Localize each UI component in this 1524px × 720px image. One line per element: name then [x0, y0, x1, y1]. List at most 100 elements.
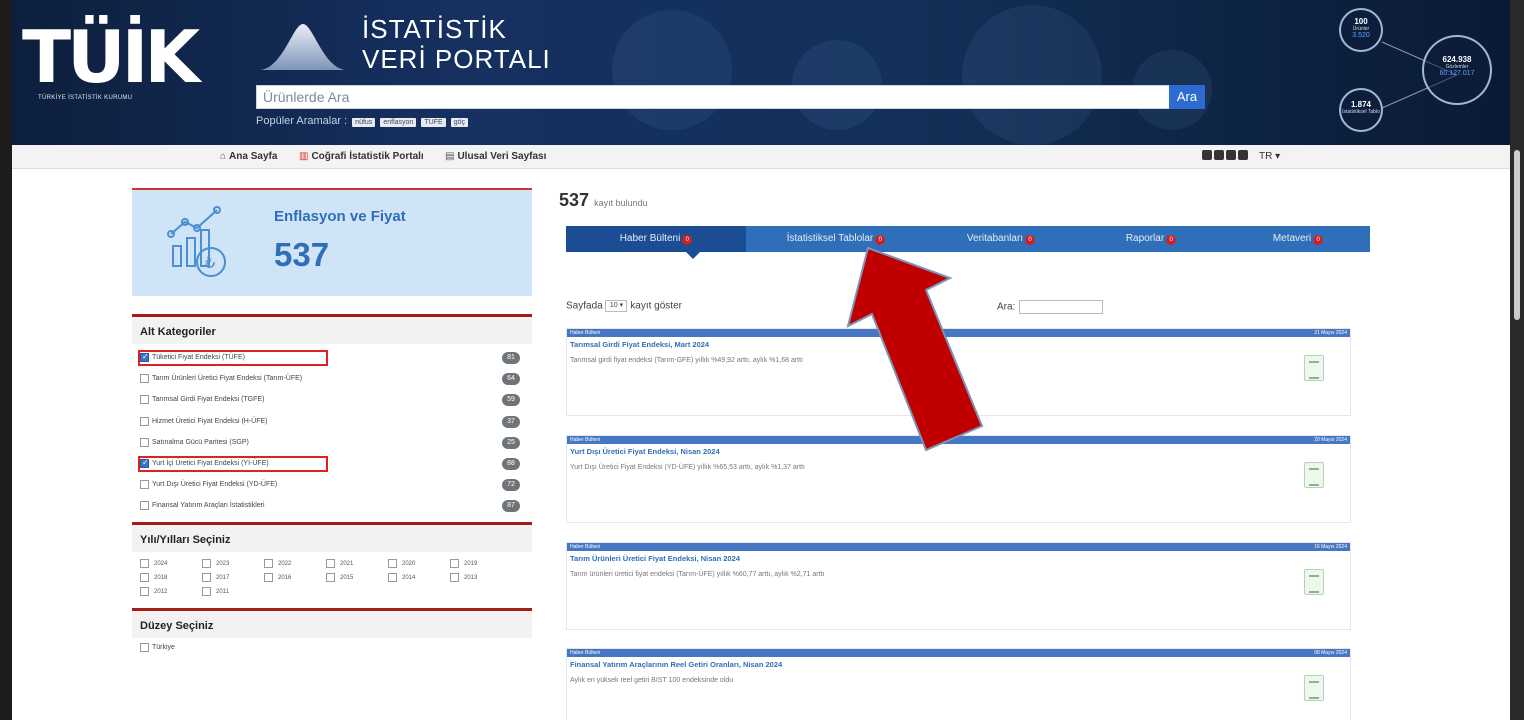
results-panel: 537 kayıt bulundu Haber Bülteni 0 İstatis…: [559, 190, 1379, 720]
nav-home[interactable]: ⌂ Ana Sayfa: [220, 151, 277, 162]
year-checkbox[interactable]: [326, 558, 335, 568]
subcategory-checkbox[interactable]: [140, 416, 149, 426]
document-download-icon[interactable]: [1304, 462, 1324, 488]
year-option[interactable]: 2021: [326, 558, 388, 572]
news-title-link[interactable]: Tarım Ürünleri Üretici Fiyat Endeksi, Ni…: [570, 554, 1347, 563]
year-checkbox[interactable]: [388, 572, 397, 582]
subcategory-checkbox[interactable]: [140, 374, 149, 384]
year-checkbox[interactable]: [450, 572, 459, 582]
year-checkbox[interactable]: [264, 572, 273, 582]
document-icon: ▤: [445, 151, 455, 162]
popular-tag[interactable]: TÜFE: [421, 118, 446, 127]
header-decoration: [612, 10, 732, 130]
year-option[interactable]: 2011: [202, 586, 264, 600]
document-download-icon[interactable]: [1304, 355, 1324, 381]
search-button[interactable]: Ara: [1169, 85, 1205, 109]
scrollbar-thumb[interactable]: [1514, 150, 1520, 320]
year-option[interactable]: 2017: [202, 572, 264, 586]
stat-observations[interactable]: 624.938 Gözlemler 60.127.017: [1422, 35, 1492, 105]
year-checkbox[interactable]: [326, 572, 335, 582]
subcategory-count-badge: 81: [502, 352, 520, 364]
subcategory-item[interactable]: Yurt Dışı Üretici Fiyat Endeksi (YD-ÜFE)…: [132, 475, 532, 496]
subcategory-item[interactable]: Finansal Yatırım Araçları İstatistikleri…: [132, 496, 532, 517]
top-navigation: ⌂ Ana Sayfa ▥ Coğrafi İstatistik Portalı ▤…: [12, 145, 1510, 169]
news-card[interactable]: Haber Bülteni 16 Mayıs 2024 Tarım Ürünleri…: [566, 542, 1351, 630]
category-card: ₺ Enflasyon ve Fiyat 537: [132, 188, 532, 296]
news-date: 21 Mayıs 2024: [1314, 330, 1347, 336]
year-checkbox[interactable]: [202, 572, 211, 582]
tuik-logo[interactable]: TÜİK TÜRKİYE İSTATİSTİK KURUMU: [22, 12, 200, 112]
year-option[interactable]: 2024: [140, 558, 202, 572]
tab-count-badge: 0: [1166, 235, 1177, 245]
document-download-icon[interactable]: [1304, 569, 1324, 595]
level-checkbox[interactable]: [140, 642, 149, 652]
page-scrollbar[interactable]: [1510, 0, 1524, 720]
filter-sidebar: ₺ Enflasyon ve Fiyat 537 Alt Kategoriler…: [132, 188, 532, 659]
document-download-icon[interactable]: [1304, 675, 1324, 701]
year-checkbox[interactable]: [140, 572, 149, 582]
year-option[interactable]: 2014: [388, 572, 450, 586]
subcategory-item[interactable]: Tarımsal Girdi Fiyat Endeksi (TGFE) 59: [132, 390, 532, 411]
year-option[interactable]: 2020: [388, 558, 450, 572]
table-search-input[interactable]: [1019, 300, 1104, 314]
subcategory-checkbox[interactable]: [140, 437, 149, 447]
year-option[interactable]: 2013: [450, 572, 512, 586]
year-checkbox[interactable]: [264, 558, 273, 568]
news-type: Haber Bülteni: [570, 437, 601, 443]
nav-home-label: Ana Sayfa: [229, 151, 278, 162]
stat-products[interactable]: 100 Ürünler 3.520: [1339, 8, 1383, 52]
subcategory-label: Finansal Yatırım Araçları İstatistikleri: [152, 502, 265, 510]
year-option[interactable]: 2012: [140, 586, 202, 600]
subcategory-checkbox[interactable]: [140, 501, 149, 511]
tab-news-bulletin[interactable]: Haber Bülteni 0: [566, 226, 746, 252]
popular-tag[interactable]: göç: [450, 118, 469, 127]
subcategory-checkbox[interactable]: [140, 458, 149, 468]
news-title-link[interactable]: Finansal Yatırım Araçlarının Reel Getiri…: [570, 660, 1347, 669]
social-links: [1202, 150, 1250, 163]
year-checkbox[interactable]: [202, 586, 211, 596]
results-count: 537 kayıt bulundu: [559, 190, 1379, 211]
stat-value: 3.520: [1352, 32, 1370, 39]
youtube-icon[interactable]: [1238, 150, 1248, 160]
year-list: 2024 2023 2022 2021 2020 2019 2018 2017 2016 2015…: [132, 551, 532, 606]
year-option[interactable]: 2016: [264, 572, 326, 586]
language-selector[interactable]: TR ▾: [1259, 151, 1280, 162]
subcategory-item[interactable]: Hizmet Üretici Fiyat Endeksi (H-ÜFE) 37: [132, 412, 532, 433]
year-option[interactable]: 2022: [264, 558, 326, 572]
year-checkbox[interactable]: [140, 558, 149, 568]
year-option[interactable]: 2015: [326, 572, 388, 586]
stat-tables[interactable]: 1.874 İstatistiksel Tablo: [1339, 88, 1383, 132]
twitter-icon[interactable]: [1214, 150, 1224, 160]
subcategory-item[interactable]: Tarım Ürünleri Üretici Fiyat Endeksi (Ta…: [132, 369, 532, 390]
subcategory-item[interactable]: Tüketici Fiyat Endeksi (TÜFE) 81: [132, 348, 532, 369]
year-checkbox[interactable]: [388, 558, 397, 568]
tab-reports[interactable]: Raporlar 0: [1076, 226, 1226, 252]
level-option[interactable]: Türkiye: [132, 638, 532, 659]
year-label: 2022: [278, 560, 292, 567]
year-checkbox[interactable]: [450, 558, 459, 568]
year-option[interactable]: 2019: [450, 558, 512, 572]
page-size-select[interactable]: 10 ▾: [605, 300, 628, 312]
subcategory-item[interactable]: Yurt İçi Üretici Fiyat Endeksi (Yİ-ÜFE) 8…: [132, 454, 532, 475]
subcategory-checkbox[interactable]: [140, 395, 149, 405]
subcategory-checkbox[interactable]: [140, 352, 149, 362]
popular-tag[interactable]: enflasyon: [380, 118, 417, 127]
tab-metadata[interactable]: Metaveri 0: [1226, 226, 1370, 252]
news-type: Haber Bülteni: [570, 544, 601, 550]
instagram-icon[interactable]: [1226, 150, 1236, 160]
news-type-bar: Haber Bülteni 16 Mayıs 2024: [567, 543, 1350, 551]
facebook-icon[interactable]: [1202, 150, 1212, 160]
product-search-input[interactable]: Ürünlerde Ara: [256, 85, 1170, 109]
popular-tag[interactable]: nüfus: [352, 118, 376, 127]
year-checkbox[interactable]: [140, 586, 149, 596]
year-label: 2023: [216, 560, 230, 567]
year-option[interactable]: 2023: [202, 558, 264, 572]
news-description: Tarım ürünleri üretici fiyat endeksi (Ta…: [570, 571, 825, 578]
year-option[interactable]: 2018: [140, 572, 202, 586]
subcategory-item[interactable]: Satınalma Gücü Paritesi (SGP) 25: [132, 433, 532, 454]
nav-geo-portal[interactable]: ▥ Coğrafi İstatistik Portalı: [299, 151, 424, 162]
year-checkbox[interactable]: [202, 558, 211, 568]
nav-national-data[interactable]: ▤ Ulusal Veri Sayfası: [445, 151, 546, 162]
subcategory-checkbox[interactable]: [140, 480, 149, 490]
news-card[interactable]: Haber Bülteni 08 Mayıs 2024 Finansal Yatır…: [566, 648, 1351, 720]
